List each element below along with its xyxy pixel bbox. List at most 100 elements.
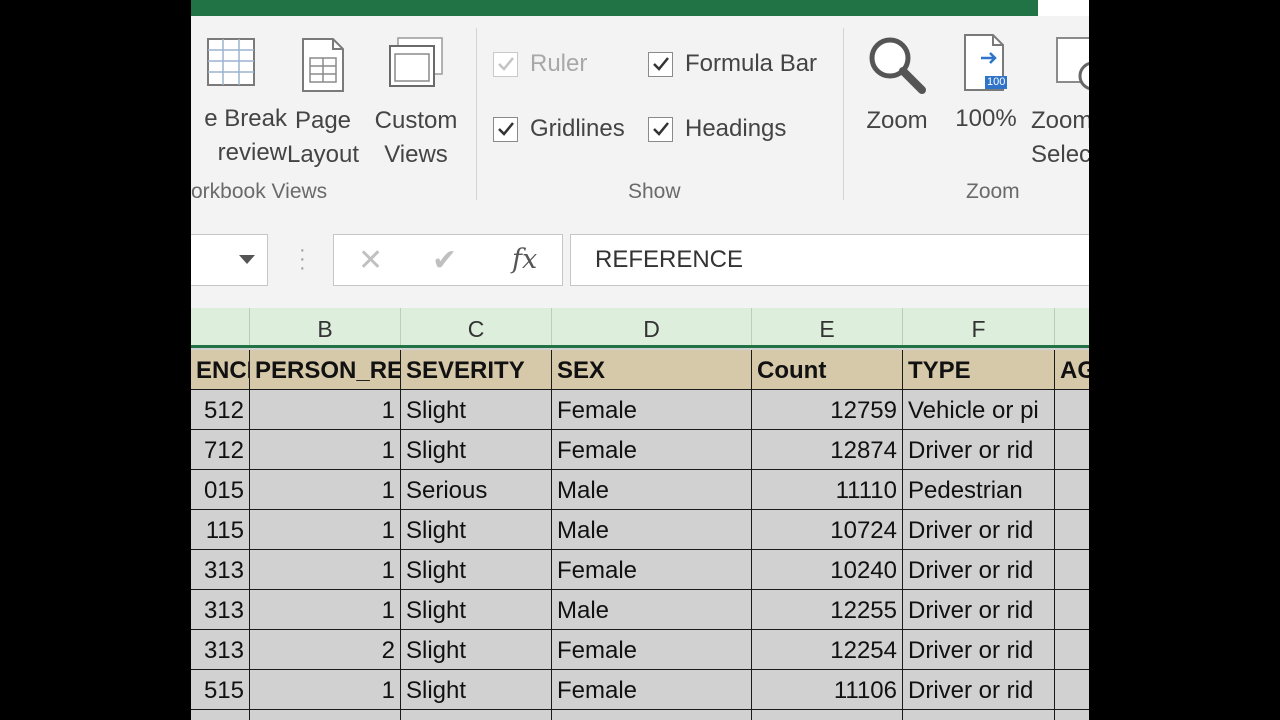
column-header[interactable]: D [552,308,752,345]
zoom-label: Zoom [866,107,928,134]
table-cell[interactable]: 10240 [752,550,903,590]
table-cell[interactable]: 313 [191,590,250,630]
table-cell[interactable]: 12874 [752,430,903,470]
column-header[interactable]: B [250,308,401,345]
ruler-checkbox[interactable]: Ruler [493,48,587,80]
table-cell[interactable]: 1 [250,390,401,430]
cancel-icon[interactable]: ✕ [358,243,383,278]
table-cell[interactable] [250,710,401,720]
table-cell[interactable]: 12255 [752,590,903,630]
column-header[interactable] [191,308,250,345]
table-cell[interactable] [552,710,752,720]
table-cell[interactable]: Male [552,510,752,550]
table-cell[interactable]: Vehicle or pi [903,390,1055,430]
table-cell[interactable] [191,710,250,720]
name-box[interactable] [191,234,268,286]
table-cell[interactable]: 1 [250,670,401,710]
table-cell[interactable]: 10724 [752,510,903,550]
page-layout-button[interactable]: Page Layout [283,36,363,172]
table-cell[interactable]: Female [552,550,752,590]
table-cell[interactable] [1055,630,1089,670]
table-cell[interactable]: Female [552,430,752,470]
table-cell[interactable]: Slight [401,510,552,550]
zoom-button[interactable]: Zoom [859,34,935,138]
formula-input[interactable]: REFERENCE [570,234,1089,286]
table-cell[interactable]: 1 [250,550,401,590]
table-cell[interactable]: 015 [191,470,250,510]
table-cell[interactable]: 1 [250,510,401,550]
magnifier-icon [869,37,926,94]
column-header[interactable]: F [903,308,1055,345]
table-cell[interactable]: Driver or rid [903,630,1055,670]
gridlines-checkbox-box [493,116,518,142]
table-cell[interactable]: 12254 [752,630,903,670]
table-cell[interactable]: Female [552,390,752,430]
table-cell[interactable]: Male [552,590,752,630]
table-cell[interactable]: 313 [191,550,250,590]
table-cell[interactable] [1055,590,1089,630]
header-cell[interactable]: AG [1055,350,1089,390]
formula-bar-checkbox[interactable]: Formula Bar [648,48,817,80]
custom-views-icon [389,37,443,87]
table-cell[interactable]: 115 [191,510,250,550]
table-cell[interactable]: Female [552,630,752,670]
zoom-to-selection-button[interactable]: Zoom Selec [1031,34,1089,172]
chevron-down-icon[interactable] [239,255,255,264]
header-cell[interactable]: TYPE [903,350,1055,390]
column-header[interactable]: C [401,308,552,345]
table-cell[interactable]: 2 [250,630,401,670]
table-cell[interactable] [1055,550,1089,590]
table-cell[interactable] [903,710,1055,720]
table-cell[interactable]: Slight [401,430,552,470]
table-cell[interactable]: Female [552,670,752,710]
column-header[interactable] [1055,308,1089,345]
table-cell[interactable] [401,710,552,720]
table-cell[interactable] [1055,670,1089,710]
table-cell[interactable]: 313 [191,630,250,670]
table-cell[interactable]: 11106 [752,670,903,710]
drag-handle-icon[interactable]: · · · [299,240,306,278]
headings-checkbox[interactable]: Headings [648,113,786,145]
insert-function-button[interactable]: fx [512,244,537,275]
table-cell[interactable]: Driver or rid [903,670,1055,710]
table-cell[interactable]: 712 [191,430,250,470]
table-cell[interactable]: Slight [401,390,552,430]
table-cell[interactable]: Slight [401,590,552,630]
table-cell[interactable]: 12759 [752,390,903,430]
formula-bar-label: Formula Bar [685,50,818,77]
table-cell[interactable]: 1 [250,430,401,470]
table-cell[interactable]: Driver or rid [903,590,1055,630]
zoom-group-label: Zoom [966,180,1020,203]
gridlines-checkbox[interactable]: Gridlines [493,113,625,145]
table-cell[interactable] [1055,710,1089,720]
table-cell[interactable]: 515 [191,670,250,710]
table-cell[interactable]: Slight [401,670,552,710]
header-cell[interactable]: ENCE [191,350,250,390]
table-cell[interactable] [1055,470,1089,510]
column-header[interactable]: E [752,308,903,345]
header-cell[interactable]: SEX [552,350,752,390]
enter-icon[interactable]: ✔ [432,243,457,278]
header-cell[interactable]: SEVERITY [401,350,552,390]
table-cell[interactable]: 1 [250,590,401,630]
table-cell[interactable]: 1 [250,470,401,510]
table-cell[interactable] [1055,510,1089,550]
table-cell[interactable]: Male [552,470,752,510]
table-cell[interactable] [1055,430,1089,470]
table-cell[interactable]: Slight [401,630,552,670]
header-cell[interactable]: PERSON_RE [250,350,401,390]
header-cell[interactable]: Count [752,350,903,390]
table-cell[interactable]: Driver or rid [903,550,1055,590]
table-cell[interactable]: Pedestrian [903,470,1055,510]
zoom-100-button[interactable]: 100 100% [949,32,1023,136]
table-cell[interactable]: Slight [401,550,552,590]
table-cell[interactable]: 11110 [752,470,903,510]
table-cell[interactable]: Driver or rid [903,430,1055,470]
table-cell[interactable]: Driver or rid [903,510,1055,550]
table-cell[interactable]: 512 [191,390,250,430]
page-break-preview-button[interactable]: e Break review [191,36,287,170]
table-cell[interactable] [752,710,903,720]
table-cell[interactable]: Serious [401,470,552,510]
custom-views-button[interactable]: Custom Views [369,36,463,172]
table-cell[interactable] [1055,390,1089,430]
